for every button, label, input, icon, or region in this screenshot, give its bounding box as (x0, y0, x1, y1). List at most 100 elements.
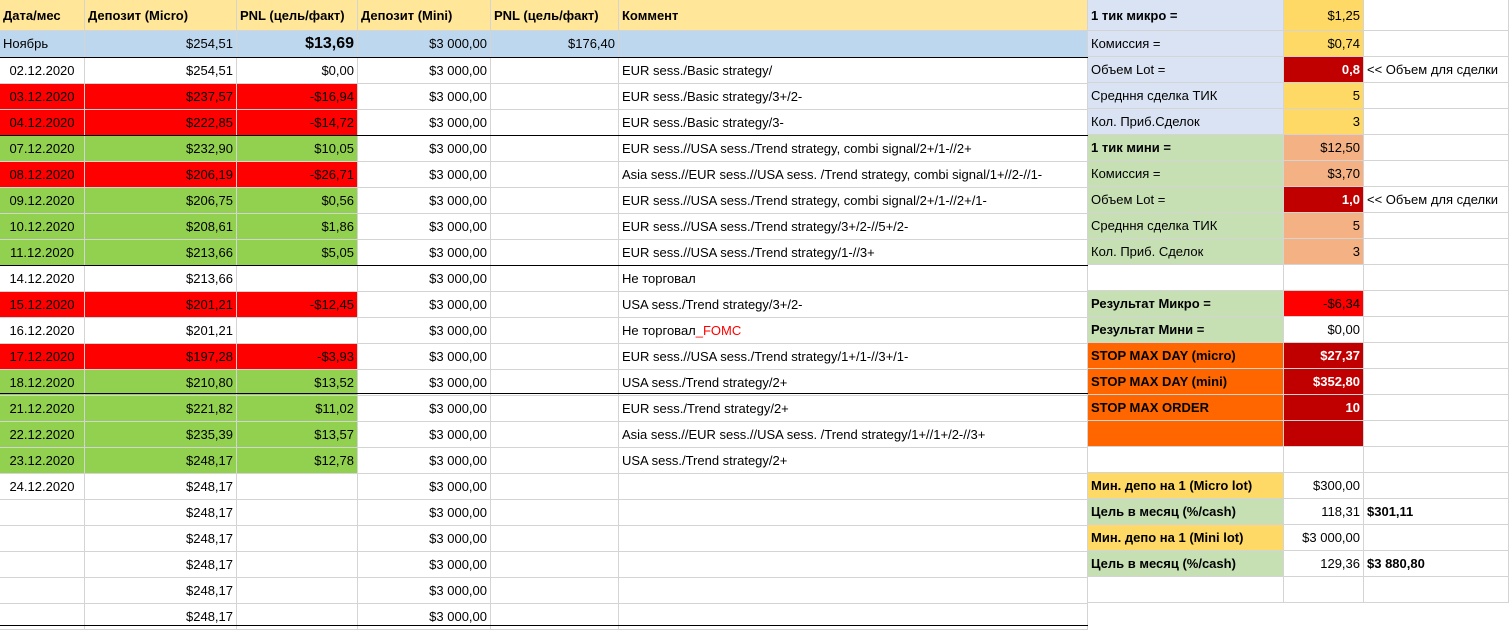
param-note[interactable]: << Объем для сделки (1364, 57, 1509, 83)
deposit-micro-cell[interactable]: $206,75 (85, 188, 237, 214)
date-cell[interactable] (0, 526, 85, 552)
param-label[interactable] (1088, 421, 1284, 447)
deposit-mini-cell[interactable]: $3 000,00 (358, 344, 491, 370)
comment-cell[interactable] (619, 526, 1088, 552)
param-note[interactable] (1364, 239, 1509, 265)
pnl-micro-cell[interactable] (237, 266, 358, 292)
param-label[interactable]: Результат Мини = (1088, 317, 1284, 343)
param-note[interactable] (1364, 577, 1509, 603)
param-label[interactable]: Мин. депо на 1 (Mini lot) (1088, 525, 1284, 551)
deposit-mini-cell[interactable]: $3 000,00 (358, 448, 491, 474)
deposit-mini-cell[interactable]: $3 000,00 (358, 214, 491, 240)
deposit-mini-cell[interactable]: $3 000,00 (358, 84, 491, 110)
summary-pnl-micro[interactable]: $13,69 (237, 31, 358, 58)
param-value[interactable]: 3 (1284, 109, 1364, 135)
param-note[interactable] (1364, 369, 1509, 395)
deposit-micro-cell[interactable]: $248,17 (85, 604, 237, 630)
pnl-micro-cell[interactable] (237, 552, 358, 578)
pnl-mini-cell[interactable] (491, 318, 619, 344)
param-label[interactable]: Комиссия = (1088, 161, 1284, 187)
summary-deposit-micro[interactable]: $254,51 (85, 31, 237, 58)
param-note[interactable] (1364, 395, 1509, 421)
param-note[interactable] (1364, 161, 1509, 187)
deposit-micro-cell[interactable]: $248,17 (85, 474, 237, 500)
date-cell[interactable]: 23.12.2020 (0, 448, 85, 474)
pnl-mini-cell[interactable] (491, 188, 619, 214)
param-label[interactable]: Результат Микро = (1088, 291, 1284, 317)
deposit-mini-cell[interactable]: $3 000,00 (358, 318, 491, 344)
pnl-micro-cell[interactable]: $13,57 (237, 422, 358, 448)
comment-cell[interactable]: EUR sess.//USA sess./Trend strategy/1+/1… (619, 344, 1088, 370)
param-note[interactable]: $301,11 (1364, 499, 1509, 525)
deposit-mini-cell[interactable]: $3 000,00 (358, 292, 491, 318)
pnl-micro-cell[interactable]: -$14,72 (237, 110, 358, 136)
param-value[interactable]: $3 000,00 (1284, 525, 1364, 551)
summary-label[interactable]: Ноябрь (0, 31, 85, 58)
param-note[interactable] (1364, 421, 1509, 447)
deposit-mini-cell[interactable]: $3 000,00 (358, 552, 491, 578)
deposit-mini-cell[interactable]: $3 000,00 (358, 604, 491, 630)
deposit-mini-cell[interactable]: $3 000,00 (358, 474, 491, 500)
date-cell[interactable]: 14.12.2020 (0, 266, 85, 292)
deposit-micro-cell[interactable]: $237,57 (85, 84, 237, 110)
param-label[interactable]: Кол. Приб.Сделок (1088, 109, 1284, 135)
param-label[interactable]: Мин. депо на 1 (Micro lot) (1088, 473, 1284, 499)
date-cell[interactable]: 10.12.2020 (0, 214, 85, 240)
deposit-micro-cell[interactable]: $248,17 (85, 448, 237, 474)
deposit-mini-cell[interactable]: $3 000,00 (358, 240, 491, 266)
pnl-mini-cell[interactable] (491, 500, 619, 526)
param-label[interactable]: Цель в месяц (%/cash) (1088, 499, 1284, 525)
param-label[interactable]: Комиссия = (1088, 31, 1284, 57)
param-value[interactable]: -$6,34 (1284, 291, 1364, 317)
deposit-mini-cell[interactable]: $3 000,00 (358, 110, 491, 136)
column-header[interactable]: PNL (цель/факт) (237, 0, 358, 31)
deposit-mini-cell[interactable]: $3 000,00 (358, 136, 491, 162)
pnl-mini-cell[interactable] (491, 240, 619, 266)
comment-cell[interactable] (619, 552, 1088, 578)
pnl-mini-cell[interactable] (491, 552, 619, 578)
param-note[interactable] (1364, 343, 1509, 369)
date-cell[interactable]: 17.12.2020 (0, 344, 85, 370)
summary-pnl-mini[interactable]: $176,40 (491, 31, 619, 58)
deposit-mini-cell[interactable]: $3 000,00 (358, 422, 491, 448)
param-value[interactable]: $352,80 (1284, 369, 1364, 395)
date-cell[interactable]: 24.12.2020 (0, 474, 85, 500)
pnl-mini-cell[interactable] (491, 266, 619, 292)
date-cell[interactable]: 11.12.2020 (0, 240, 85, 266)
comment-cell[interactable]: Не торговал (619, 266, 1088, 292)
deposit-micro-cell[interactable]: $248,17 (85, 552, 237, 578)
deposit-micro-cell[interactable]: $197,28 (85, 344, 237, 370)
comment-cell[interactable]: EUR sess./Basic strategy/3- (619, 110, 1088, 136)
pnl-micro-cell[interactable]: -$26,71 (237, 162, 358, 188)
comment-cell[interactable]: EUR sess.//USA sess./Trend strategy, com… (619, 188, 1088, 214)
date-cell[interactable]: 22.12.2020 (0, 422, 85, 448)
param-label[interactable]: Средння сделка ТИК (1088, 83, 1284, 109)
param-note[interactable]: $3 880,80 (1364, 551, 1509, 577)
date-cell[interactable] (0, 500, 85, 526)
comment-cell[interactable]: USA sess./Trend strategy/3+/2- (619, 292, 1088, 318)
param-note[interactable] (1364, 135, 1509, 161)
pnl-mini-cell[interactable] (491, 526, 619, 552)
pnl-micro-cell[interactable] (237, 526, 358, 552)
pnl-mini-cell[interactable] (491, 448, 619, 474)
param-note[interactable] (1364, 83, 1509, 109)
param-value[interactable]: $300,00 (1284, 473, 1364, 499)
comment-cell[interactable]: Asia sess.//EUR sess.//USA sess. /Trend … (619, 162, 1088, 188)
deposit-mini-cell[interactable]: $3 000,00 (358, 188, 491, 214)
param-value[interactable]: 5 (1284, 213, 1364, 239)
deposit-mini-cell[interactable]: $3 000,00 (358, 578, 491, 604)
pnl-micro-cell[interactable]: $12,78 (237, 448, 358, 474)
deposit-mini-cell[interactable]: $3 000,00 (358, 526, 491, 552)
pnl-micro-cell[interactable] (237, 500, 358, 526)
param-label[interactable]: STOP MAX DAY (mini) (1088, 369, 1284, 395)
pnl-mini-cell[interactable] (491, 604, 619, 630)
param-note[interactable] (1364, 109, 1509, 135)
comment-cell[interactable]: EUR sess./Basic strategy/3+/2- (619, 84, 1088, 110)
deposit-mini-cell[interactable]: $3 000,00 (358, 396, 491, 422)
date-cell[interactable] (0, 578, 85, 604)
date-cell[interactable]: 21.12.2020 (0, 396, 85, 422)
param-label[interactable]: STOP MAX DAY (micro) (1088, 343, 1284, 369)
param-note[interactable] (1364, 473, 1509, 499)
pnl-micro-cell[interactable] (237, 474, 358, 500)
comment-cell[interactable]: EUR sess.//USA sess./Trend strategy/3+/2… (619, 214, 1088, 240)
